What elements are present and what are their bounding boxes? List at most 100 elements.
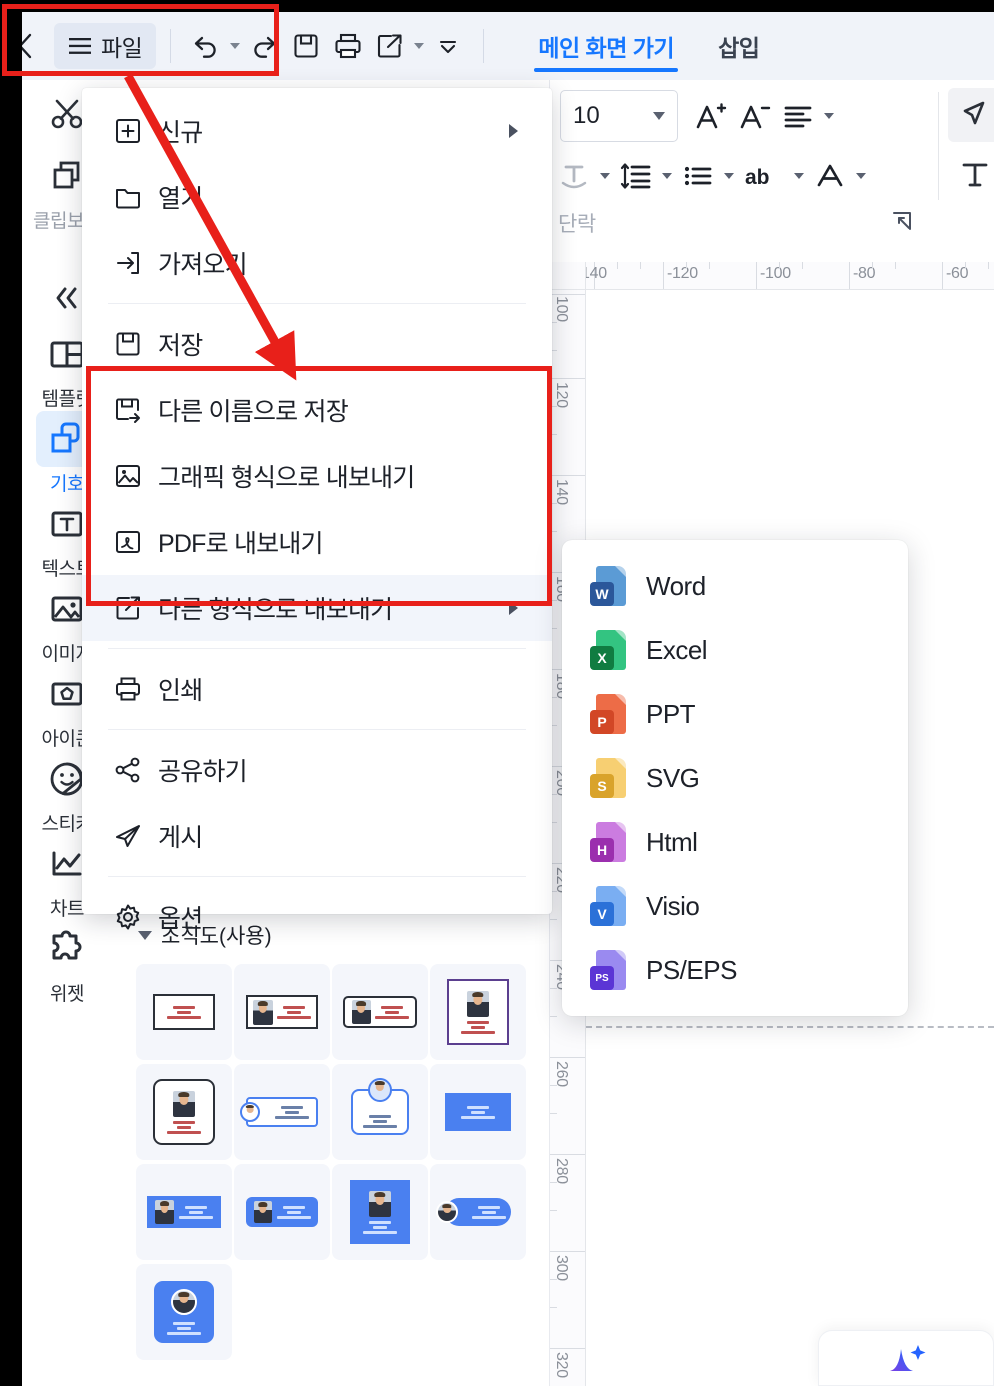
submenu-item-html[interactable]: H Html <box>562 810 908 874</box>
dialog-launcher-button[interactable] <box>890 209 914 238</box>
text-case-button[interactable]: ab <box>738 150 790 202</box>
menu-item-publish[interactable]: 게시 <box>82 803 552 869</box>
ribbon-tabs: 메인 화면 가기 삽입 <box>516 12 781 80</box>
export-image-icon <box>106 462 150 490</box>
menu-item-options[interactable]: 옵션 <box>82 884 552 950</box>
decrease-font-size-button[interactable] <box>732 90 776 142</box>
window-edge-left <box>0 0 22 1386</box>
printer-icon <box>335 33 361 59</box>
text-tool-button[interactable] <box>948 148 994 202</box>
menu-item-open-label: 열기 <box>158 185 203 213</box>
ab-case-icon: ab <box>745 166 770 189</box>
tab-insert[interactable]: 삽입 <box>696 12 781 80</box>
more-tools-button[interactable] <box>427 20 469 72</box>
undo-button[interactable] <box>185 20 227 72</box>
submenu-item-excel[interactable]: X Excel <box>562 618 908 682</box>
symbol-item[interactable] <box>136 1164 232 1260</box>
menu-separator <box>108 729 526 730</box>
export-dropdown-caret[interactable] <box>411 20 427 72</box>
menu-item-export-pdf[interactable]: PDF로 내보내기 <box>82 509 552 575</box>
align-button[interactable] <box>776 90 820 142</box>
font-color-button[interactable] <box>808 150 852 202</box>
submenu-item-word-label: Word <box>646 570 706 601</box>
ruler-corner <box>550 262 586 290</box>
printer-icon <box>106 675 150 703</box>
excel-badge: X <box>590 646 614 670</box>
export-share-button[interactable] <box>369 20 411 72</box>
ppt-file-icon: P <box>590 692 628 736</box>
curved-text-caret[interactable] <box>596 150 614 202</box>
symbol-item[interactable] <box>332 964 428 1060</box>
ps-eps-file-icon: PS <box>590 948 628 992</box>
save-button[interactable] <box>285 20 327 72</box>
bullet-list-button[interactable] <box>676 150 720 202</box>
dialog-launcher-icon <box>893 211 911 230</box>
select-pointer-button[interactable] <box>948 88 994 142</box>
symbol-item[interactable] <box>332 1164 428 1260</box>
file-menu-button[interactable]: 파일 <box>54 23 157 69</box>
print-button[interactable] <box>327 20 369 72</box>
paper-plane-icon <box>106 822 150 850</box>
A-plus-icon <box>696 103 727 129</box>
symbol-item[interactable] <box>234 1164 330 1260</box>
menu-item-share-label: 공유하기 <box>158 758 248 786</box>
symbol-item[interactable] <box>332 1064 428 1160</box>
menu-item-save-as[interactable]: 다른 이름으로 저장 <box>82 377 552 443</box>
menu-separator <box>108 876 526 877</box>
line-spacing-button[interactable] <box>614 150 658 202</box>
symbol-item[interactable] <box>136 1264 232 1360</box>
font-size-select[interactable]: 10 <box>560 90 678 142</box>
symbol-item[interactable] <box>136 964 232 1060</box>
undo-dropdown-caret[interactable] <box>227 20 243 72</box>
sidebar-item-symbols-label: 기호 <box>50 474 84 495</box>
menu-item-new[interactable]: 신규 <box>82 98 552 164</box>
ruler-h-label: -140 <box>586 265 607 282</box>
font-color-caret[interactable] <box>852 150 870 202</box>
ruler-v-label: 260 <box>553 1061 570 1087</box>
submenu-item-word[interactable]: W Word <box>562 554 908 618</box>
menu-item-share[interactable]: 공유하기 <box>82 737 552 803</box>
symbol-item[interactable] <box>234 964 330 1060</box>
submenu-item-visio[interactable]: V Visio <box>562 874 908 938</box>
align-dropdown-caret[interactable] <box>820 90 838 142</box>
page-boundary-line <box>586 1026 994 1028</box>
word-file-icon: W <box>590 564 628 608</box>
menu-item-open[interactable]: 열기 <box>82 164 552 230</box>
symbol-item[interactable] <box>430 964 526 1060</box>
menu-item-save[interactable]: 저장 <box>82 311 552 377</box>
format-row-2: ab <box>552 150 870 202</box>
sticker-smiley-icon <box>50 762 84 796</box>
html-badge: H <box>590 838 614 862</box>
submenu-item-ps-eps[interactable]: PS PS/EPS <box>562 938 908 1002</box>
tab-main-screen-label: 메인 화면 가기 <box>538 35 675 61</box>
curved-text-button[interactable] <box>552 150 596 202</box>
increase-font-size-button[interactable] <box>688 90 732 142</box>
menu-item-import[interactable]: 가져오기 <box>82 230 552 296</box>
line-spacing-caret[interactable] <box>658 150 676 202</box>
symbol-item[interactable] <box>430 1064 526 1160</box>
gear-icon <box>106 903 150 931</box>
submenu-item-html-label: Html <box>646 826 698 857</box>
bullet-list-caret[interactable] <box>720 150 738 202</box>
redo-button[interactable] <box>243 20 285 72</box>
menu-item-save-as-label: 다른 이름으로 저장 <box>158 398 349 426</box>
line-spacing-icon <box>620 163 651 189</box>
menu-item-print-label: 인쇄 <box>158 677 203 705</box>
menu-item-print[interactable]: 인쇄 <box>82 656 552 722</box>
menu-item-export-other[interactable]: 다른 형식으로 내보내기 <box>82 575 552 641</box>
submenu-item-ppt[interactable]: P PPT <box>562 682 908 746</box>
symbol-item[interactable] <box>136 1064 232 1160</box>
symbol-item[interactable] <box>234 1064 330 1160</box>
floppy-disk-icon <box>294 34 318 58</box>
widget-puzzle-icon <box>52 930 82 960</box>
ai-assistant-panel[interactable] <box>818 1330 994 1386</box>
menu-separator <box>108 303 526 304</box>
menu-item-export-graphic[interactable]: 그래픽 형식으로 내보내기 <box>82 443 552 509</box>
text-case-caret[interactable] <box>790 150 808 202</box>
symbol-item[interactable] <box>430 1164 526 1260</box>
submenu-item-svg[interactable]: S SVG <box>562 746 908 810</box>
svg-file-icon: S <box>590 756 628 800</box>
app-root: 파일 메인 화면 가기 삽입 클립보드 템플릿 기호 텍스트 이미지 아이콘 스… <box>0 0 994 1386</box>
share-nodes-icon <box>106 756 150 784</box>
tab-main-screen[interactable]: 메인 화면 가기 <box>516 12 696 80</box>
